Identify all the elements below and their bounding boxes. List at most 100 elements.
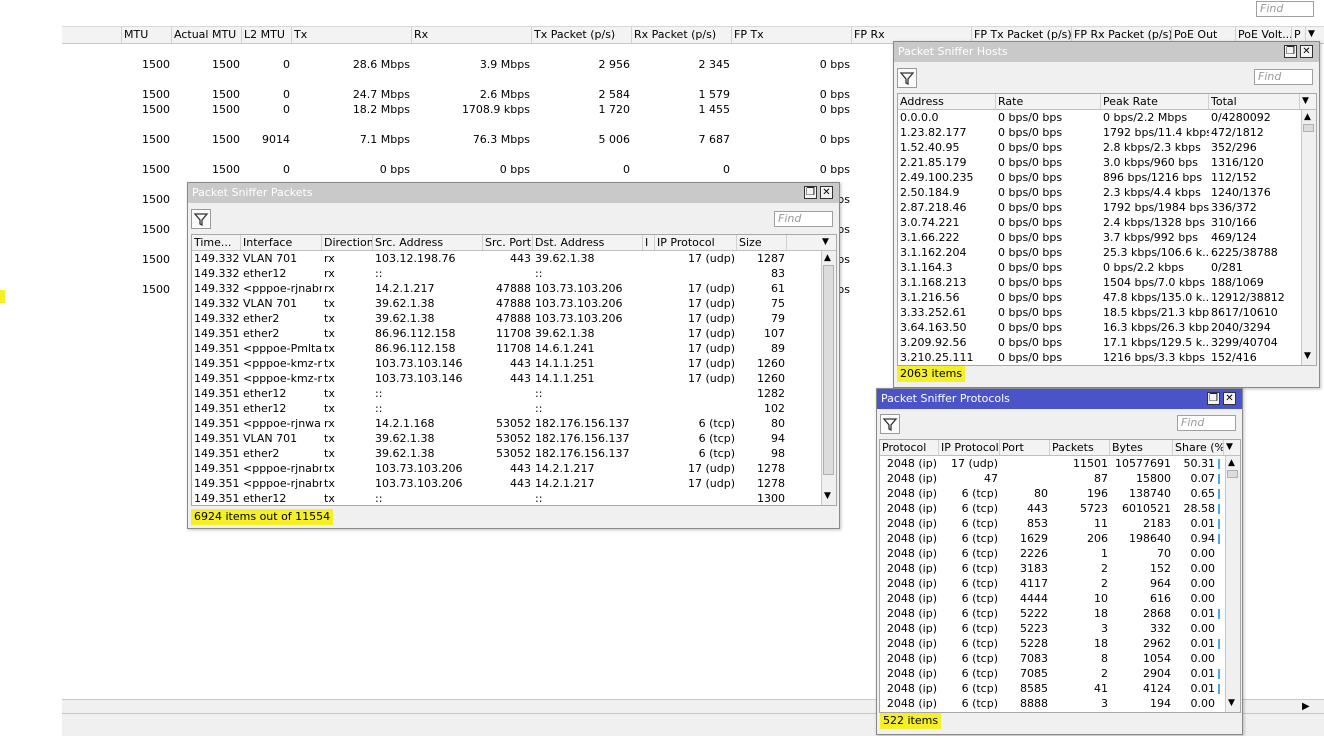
table-row[interactable]: 2048 (ip) 6 (tcp) 8585 41 4124 0.01 <box>880 681 1225 696</box>
interface-row[interactable]: 1500 1500 0 0 bps 0 bps 0 0 0 bps <box>0 162 900 177</box>
table-row[interactable]: 2048 (ip) 6 (tcp) 80 196 138740 0.65 <box>880 486 1225 501</box>
packets-col-interface[interactable]: Interface <box>241 235 322 250</box>
table-row[interactable]: 2048 (ip) 6 (tcp) 5223 3 332 0.00 <box>880 621 1225 636</box>
interface-row[interactable]: 1500 1500 0 28.6 Mbps 3.9 Mbps 2 956 2 345 0 bp… <box>0 57 900 72</box>
interface-row[interactable]: 1500 1500 0 24.7 Mbps 2.6 Mbps 2 584 1 579 0 bp… <box>0 87 900 102</box>
bg-col-rx[interactable]: Rx <box>412 27 532 43</box>
table-row[interactable]: 2048 (ip) 6 (tcp) 443 5723 6010521 28.58 <box>880 501 1225 516</box>
table-row[interactable]: 149.351 ether12 tx:::: 1300 <box>192 491 821 505</box>
bg-col-tx[interactable]: Tx <box>292 27 412 43</box>
table-row[interactable]: 149.351<pppoe-kmz-ri...tx 103.73.103.146 4… <box>192 356 821 371</box>
packets-filter-button[interactable] <box>191 209 211 229</box>
table-row[interactable]: 2.21.85.179 0 bps/0 bps 3.0 kbps/960 bps 13… <box>898 155 1301 170</box>
table-row[interactable]: 3.0.74.221 0 bps/0 bps 2.4 kbps/1328 bps 31… <box>898 215 1301 230</box>
table-row[interactable]: 1.52.40.95 0 bps/0 bps 2.8 kbps/2.3 kbps 35… <box>898 140 1301 155</box>
bg-col-actual-mtu[interactable]: Actual MTU <box>172 27 242 43</box>
packets-window-title[interactable]: Packet Sniffer Packets <box>188 183 839 203</box>
protocols-col-port[interactable]: Port <box>1000 440 1050 455</box>
table-row[interactable]: 0.0.0.0 0 bps/0 bps 0 bps/2.2 Mbps 0/428009… <box>898 110 1301 125</box>
protocols-filter-button[interactable] <box>880 414 900 434</box>
table-row[interactable]: 149.351 ether2 tx 86.96.112.158 11708 39.62.1… <box>192 326 821 341</box>
table-row[interactable]: 3.1.162.204 0 bps/0 bps 25.3 kbps/106.6 k.… <box>898 245 1301 260</box>
packets-col-src-address[interactable]: Src. Address <box>373 235 483 250</box>
table-row[interactable]: 149.332 VLAN 701 tx 39.62.1.38 47888 103.73.1… <box>192 296 821 311</box>
table-row[interactable]: 3.209.92.56 0 bps/0 bps 17.1 kbps/129.5 k.… <box>898 335 1301 350</box>
packets-col-src-port[interactable]: Src. Port <box>483 235 533 250</box>
interface-find-input[interactable]: Find <box>1256 1 1314 17</box>
hosts-col-address[interactable]: Address <box>898 94 996 109</box>
column-menu-icon[interactable]: ▼ <box>1300 94 1316 109</box>
table-row[interactable]: 3.1.216.56 0 bps/0 bps 47.8 kbps/135.0 k..… <box>898 290 1301 305</box>
scroll-up-icon[interactable]: ▲ <box>1304 112 1311 122</box>
packets-find-input[interactable]: Find <box>774 211 833 227</box>
column-menu-icon[interactable]: ▼ <box>820 235 836 250</box>
table-row[interactable]: 3.33.252.61 0 bps/0 bps 18.5 kbps/21.3 kbp… <box>898 305 1301 320</box>
hosts-vertical-scrollbar[interactable]: ▲ ▼ <box>1301 110 1316 365</box>
hosts-window[interactable]: Packet Sniffer Hosts ❐ ✕ Find Address Ra… <box>893 41 1320 388</box>
table-row[interactable]: 149.351<pppoe-rjnwa...rx 14.2.1.168 53052 1… <box>192 416 821 431</box>
protocols-col-share[interactable]: Share (%) <box>1173 440 1224 455</box>
scroll-down-icon[interactable]: ▼ <box>1228 698 1235 708</box>
protocols-col-ip-protocol[interactable]: IP Protocol <box>939 440 1000 455</box>
protocols-find-input[interactable]: Find <box>1177 415 1236 431</box>
table-row[interactable]: 149.332<pppoe-rjnabr...rx 14.2.1.217 47888… <box>192 281 821 296</box>
table-row[interactable]: 149.351 ether12 tx:::: 1282 <box>192 386 821 401</box>
packets-col-dst-address[interactable]: Dst. Address <box>533 235 643 250</box>
table-row[interactable]: 3.210.25.111 0 bps/0 bps 1216 bps/3.3 kbps… <box>898 350 1301 365</box>
table-row[interactable]: 1.23.82.177 0 bps/0 bps 1792 bps/11.4 kbps… <box>898 125 1301 140</box>
protocols-col-packets[interactable]: Packets <box>1050 440 1110 455</box>
table-row[interactable]: 149.332 ether12 rx:::: 83 <box>192 266 821 281</box>
hosts-find-input[interactable]: Find <box>1254 69 1313 85</box>
interface-row[interactable]: 1500 1500 9014 7.1 Mbps 76.3 Mbps 5 006 7 687 0… <box>0 132 900 147</box>
scroll-up-icon[interactable]: ▲ <box>1228 458 1235 468</box>
protocols-col-bytes[interactable]: Bytes <box>1110 440 1173 455</box>
hosts-col-rate[interactable]: Rate <box>996 94 1101 109</box>
table-row[interactable]: 2048 (ip) 6 (tcp) 7085 2 2904 0.01 <box>880 666 1225 681</box>
table-row[interactable]: 3.1.168.213 0 bps/0 bps 1504 bps/7.0 kbps 1… <box>898 275 1301 290</box>
table-row[interactable]: 149.351<pppoe-Pmlta...tx 86.96.112.158 117… <box>192 341 821 356</box>
table-row[interactable]: 149.332 VLAN 701 rx 103.12.198.76 443 39.62.1… <box>192 251 821 266</box>
column-menu-icon[interactable]: ▼ <box>1224 440 1240 455</box>
table-row[interactable]: 3.1.164.3 0 bps/0 bps 0 bps/2.2 kbps 0/281 <box>898 260 1301 275</box>
table-row[interactable]: 149.351<pppoe-kmz-ri...tx 103.73.103.146 4… <box>192 371 821 386</box>
interface-row[interactable]: 1500 1500 0 18.2 Mbps 1708.9 kbps 1 720 1 455 0… <box>0 102 900 117</box>
bg-col-mtu[interactable]: MTU <box>122 27 172 43</box>
bg-col-l2-mtu[interactable]: L2 MTU <box>242 27 292 43</box>
table-row[interactable]: 3.1.66.222 0 bps/0 bps 3.7 kbps/992 bps 469… <box>898 230 1301 245</box>
table-row[interactable]: 2048 (ip) 17 (udp) 11501 10577691 50.31 <box>880 456 1225 471</box>
table-row[interactable]: 2048 (ip) 6 (tcp) 2226 1 70 0.00 <box>880 546 1225 561</box>
table-row[interactable]: 149.351 VLAN 701 tx 39.62.1.38 53052 182.176.… <box>192 431 821 446</box>
packets-col-ip-protocol[interactable]: IP Protocol <box>655 235 737 250</box>
table-row[interactable]: 149.332 ether2 tx 39.62.1.38 47888 103.73.103… <box>192 311 821 326</box>
bg-col-fp-tx[interactable]: FP Tx <box>732 27 852 43</box>
hosts-col-peak-rate[interactable]: Peak Rate <box>1101 94 1209 109</box>
table-row[interactable]: 149.351 ether12 tx:::: 102 <box>192 401 821 416</box>
table-row[interactable]: 2048 (ip) 6 (tcp) 853 11 2183 0.01 <box>880 516 1225 531</box>
maximize-icon[interactable]: ❐ <box>804 186 817 199</box>
table-row[interactable]: 2.87.218.46 0 bps/0 bps 1792 bps/1984 bps 3… <box>898 200 1301 215</box>
maximize-icon[interactable]: ❐ <box>1207 392 1220 405</box>
table-row[interactable]: 2048 (ip) 6 (tcp) 5222 18 2868 0.01 <box>880 606 1225 621</box>
scroll-up-icon[interactable]: ▲ <box>824 253 831 263</box>
packets-col-direction[interactable]: Direction <box>322 235 373 250</box>
packets-col-time[interactable]: Time... <box>192 235 241 250</box>
table-row[interactable]: 2.50.184.9 0 bps/0 bps 2.3 kbps/4.4 kbps 12… <box>898 185 1301 200</box>
table-row[interactable]: 2048 (ip) 47 87 15800 0.07 <box>880 471 1225 486</box>
table-row[interactable]: 2048 (ip) 6 (tcp) 8888 3 194 0.00 <box>880 696 1225 711</box>
table-row[interactable]: 149.351<pppoe-rjnabr...tx 103.73.103.206 4… <box>192 461 821 476</box>
table-row[interactable]: 2048 (ip) 6 (tcp) 7083 8 1054 0.00 <box>880 651 1225 666</box>
table-row[interactable]: 2048 (ip) 6 (tcp) 3183 2 152 0.00 <box>880 561 1225 576</box>
table-row[interactable]: 2048 (ip) 6 (tcp) 4117 2 964 0.00 <box>880 576 1225 591</box>
packets-col-i[interactable]: I <box>643 235 655 250</box>
packets-scroll-thumb[interactable] <box>823 265 834 475</box>
hosts-filter-button[interactable] <box>897 68 917 88</box>
protocols-window[interactable]: Packet Sniffer Protocols ❐ ✕ Find Protoc… <box>876 388 1243 735</box>
packets-vertical-scrollbar[interactable]: ▲ ▼ <box>821 251 836 505</box>
scroll-down-icon[interactable]: ▼ <box>1304 351 1311 361</box>
hosts-scroll-thumb[interactable] <box>1303 124 1314 132</box>
table-row[interactable]: 2048 (ip) 6 (tcp) 5228 18 2962 0.01 <box>880 636 1225 651</box>
maximize-icon[interactable]: ❐ <box>1284 45 1297 58</box>
table-row[interactable]: 2048 (ip) 6 (tcp) 4444 10 616 0.00 <box>880 591 1225 606</box>
protocols-window-title[interactable]: Packet Sniffer Protocols <box>877 389 1242 409</box>
table-row[interactable]: 149.351 ether2 tx 39.62.1.38 53052 182.176.15… <box>192 446 821 461</box>
